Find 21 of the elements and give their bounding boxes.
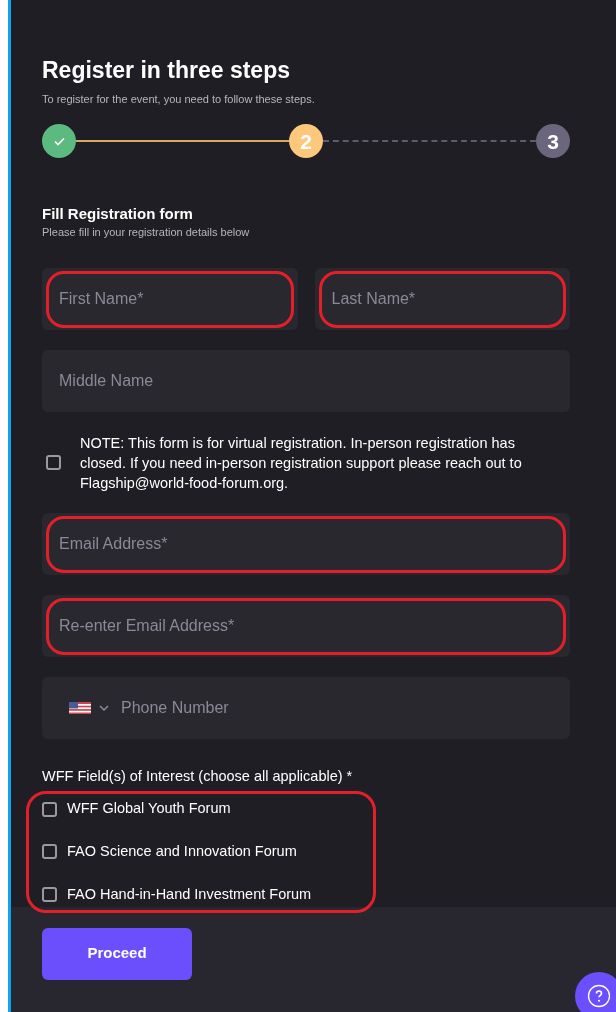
section-title: Fill Registration form — [42, 204, 194, 225]
proceed-button[interactable]: Proceed — [42, 927, 192, 980]
page-title: Register in three steps — [42, 56, 291, 85]
flag-icon — [69, 701, 91, 714]
checkbox[interactable] — [42, 844, 57, 860]
chevron-down-icon[interactable] — [99, 704, 109, 711]
option-label[interactable]: FAO Science and Innovation Forum — [67, 841, 297, 863]
phone-field[interactable]: Phone Number — [42, 676, 570, 739]
interests-label: WFF Field(s) of Interest (choose all applicable) * — [42, 766, 354, 786]
page-subtitle: To register for the event, you need to follow these steps. — [42, 91, 316, 107]
note-text: NOTE: This form is for virtual registration. In-person registration has closed. If you need in-person registration support please reach out to Flagship@world-food-forum.org. — [80, 433, 523, 493]
help-icon — [587, 984, 611, 1008]
checkbox[interactable] — [42, 887, 57, 903]
input-field[interactable]: Middle Name — [42, 349, 570, 412]
option-label[interactable]: FAO Hand-in-Hand Investment Forum — [67, 883, 312, 906]
check-icon — [53, 136, 65, 146]
section-subtitle: Please fill in your registration details below — [42, 225, 251, 240]
checkbox[interactable] — [42, 801, 57, 817]
phone-input[interactable]: Phone Number — [121, 695, 543, 720]
checkbox[interactable] — [46, 455, 61, 470]
option-label[interactable]: WFF Global Youth Forum — [67, 798, 231, 820]
